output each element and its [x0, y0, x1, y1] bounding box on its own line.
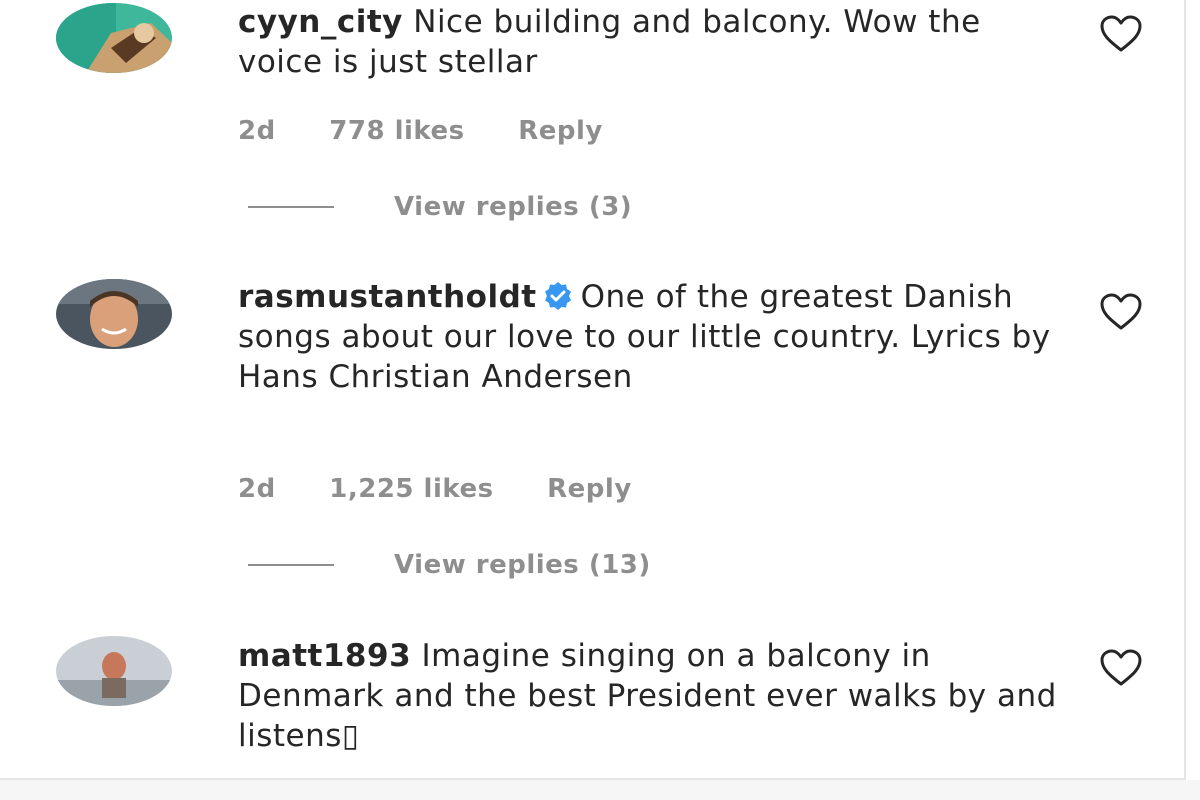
avatar-image [56, 279, 172, 349]
avatar-rasmustantholdt[interactable] [56, 279, 172, 349]
view-replies-label: View replies (3) [394, 192, 633, 222]
replies-divider-line [248, 206, 334, 208]
avatar-image [56, 636, 172, 706]
view-replies-button[interactable]: View replies (3) [248, 190, 632, 224]
comment-meta: 2d 1,225 likes Reply [238, 472, 676, 506]
reply-button[interactable]: Reply [547, 474, 632, 504]
view-replies-button[interactable]: View replies (13) [248, 548, 651, 582]
comment-body: rasmustantholdt One of the greatest Dani… [238, 277, 1058, 397]
comment-likes[interactable]: 1,225 likes [329, 474, 493, 504]
comment-body: matt1893 Imagine singing on a balcony in… [238, 636, 1058, 756]
like-heart-icon[interactable] [1098, 648, 1144, 688]
panel-right-border [1184, 0, 1186, 780]
comment-likes[interactable]: 778 likes [329, 116, 464, 146]
comment-body: cyyn_city Nice building and balcony. Wow… [238, 2, 1058, 82]
avatar-matt1893[interactable] [56, 636, 172, 706]
comment-age: 2d [238, 116, 276, 146]
panel-footer-strip [0, 780, 1200, 800]
comments-panel: cyyn_city Nice building and balcony. Wow… [0, 0, 1200, 800]
verified-badge-icon [544, 282, 571, 310]
comment-username[interactable]: cyyn_city [238, 4, 403, 40]
like-heart-icon[interactable] [1098, 14, 1144, 54]
comment-meta: 2d 778 likes Reply [238, 114, 647, 148]
comment-username[interactable]: rasmustantholdt [238, 279, 537, 315]
reply-button[interactable]: Reply [518, 116, 603, 146]
avatar-cyyn-city[interactable] [56, 3, 172, 73]
like-heart-icon[interactable] [1098, 292, 1144, 332]
comment-age: 2d [238, 474, 276, 504]
avatar-image [56, 3, 172, 73]
view-replies-label: View replies (13) [394, 550, 651, 580]
replies-divider-line [248, 564, 334, 566]
comment-username[interactable]: matt1893 [238, 638, 411, 674]
